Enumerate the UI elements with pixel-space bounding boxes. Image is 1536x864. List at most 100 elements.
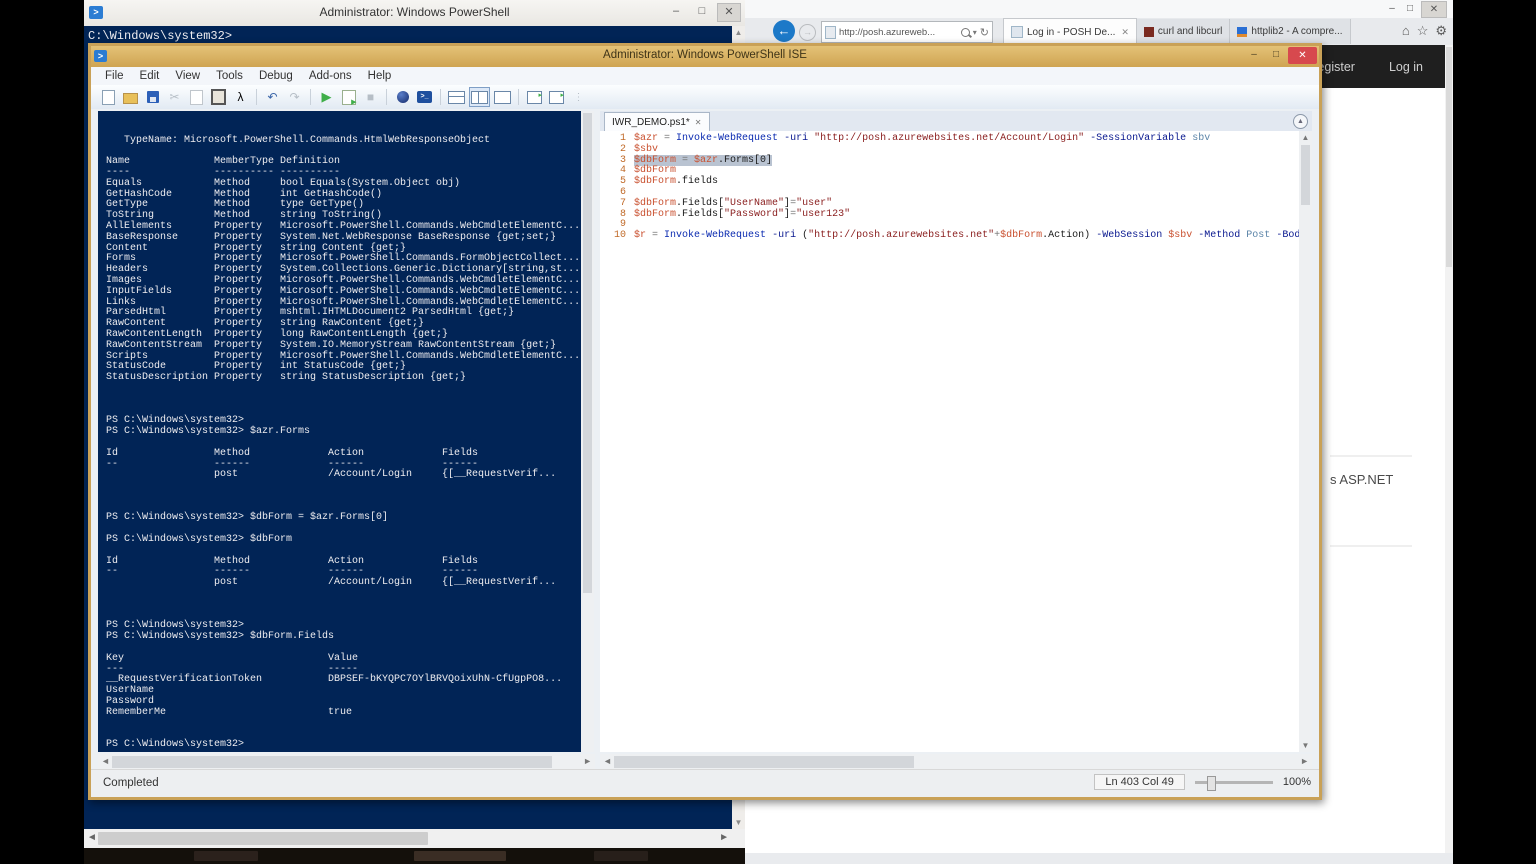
zoom-slider-thumb[interactable] bbox=[1207, 776, 1216, 791]
layout-script-max-button[interactable] bbox=[493, 88, 512, 106]
console-titlebar[interactable]: > Administrator: Windows PowerShell – □ … bbox=[84, 0, 745, 27]
menu-addons[interactable]: Add-ons bbox=[301, 70, 360, 82]
editor-code[interactable]: 1$azr = Invoke-WebRequest -uri "http://p… bbox=[600, 131, 1299, 752]
menu-edit[interactable]: Edit bbox=[132, 70, 168, 82]
scrollbar-thumb[interactable] bbox=[1301, 145, 1310, 205]
scroll-up-icon[interactable]: ▲ bbox=[732, 28, 745, 37]
browser-minimize-button[interactable]: – bbox=[1385, 1, 1399, 16]
ise-maximize-button[interactable]: □ bbox=[1266, 47, 1286, 62]
open-script-button[interactable] bbox=[121, 88, 140, 106]
code-line-10[interactable]: 10$r = Invoke-WebRequest -uri ("http://p… bbox=[600, 231, 1299, 242]
browser-maximize-button[interactable]: □ bbox=[1403, 1, 1417, 16]
search-icon[interactable] bbox=[961, 28, 970, 37]
run-selection-button[interactable] bbox=[339, 88, 358, 106]
menu-debug[interactable]: Debug bbox=[251, 70, 301, 82]
start-powershell-console-button[interactable]: >_ bbox=[415, 88, 434, 106]
code-line-3[interactable]: 3$dbForm = $azr.Forms[0] bbox=[600, 156, 1299, 167]
scroll-left-icon[interactable]: ◄ bbox=[101, 756, 110, 766]
scroll-left-icon[interactable]: ◄ bbox=[87, 832, 97, 843]
tab-httplib2[interactable]: httplib2 - A compre... bbox=[1230, 19, 1350, 44]
zoom-slider[interactable] bbox=[1195, 781, 1273, 784]
refresh-icon[interactable]: ↻ bbox=[980, 26, 989, 39]
console-pane-vscrollbar[interactable] bbox=[581, 111, 594, 752]
console-minimize-button[interactable]: – bbox=[665, 3, 687, 20]
ise-titlebar[interactable]: > Administrator: Windows PowerShell ISE … bbox=[91, 46, 1319, 67]
tab-close-icon[interactable]: ✕ bbox=[1121, 27, 1129, 38]
ise-close-button[interactable]: ✕ bbox=[1288, 47, 1317, 64]
console-pane-hscrollbar[interactable]: ◄ ► bbox=[98, 754, 595, 770]
ise-window: > Administrator: Windows PowerShell ISE … bbox=[88, 43, 1322, 800]
tab-label[interactable]: curl and libcurl bbox=[1158, 26, 1222, 37]
clipboard-icon bbox=[211, 89, 226, 105]
nav-link-login[interactable]: Log in bbox=[1389, 60, 1423, 74]
editor-hscrollbar[interactable]: ◄ ► bbox=[600, 754, 1312, 770]
tab-curl[interactable]: curl and libcurl bbox=[1137, 19, 1230, 44]
editor-tab-close-icon[interactable]: ✕ bbox=[695, 118, 702, 127]
code-line-8[interactable]: 8$dbForm.Fields["Password"]="user123" bbox=[600, 210, 1299, 221]
favorites-star-icon[interactable]: ☆ bbox=[1417, 23, 1429, 39]
layout-script-top-button[interactable] bbox=[447, 88, 466, 106]
menu-tools[interactable]: Tools bbox=[208, 70, 251, 82]
code-line-1[interactable]: 1$azr = Invoke-WebRequest -uri "http://p… bbox=[600, 134, 1299, 145]
scroll-right-icon[interactable]: ► bbox=[1300, 756, 1309, 766]
scroll-left-icon[interactable]: ◄ bbox=[603, 756, 612, 766]
tab-label[interactable]: Log in - POSH De... bbox=[1027, 27, 1115, 38]
menu-view[interactable]: View bbox=[167, 70, 208, 82]
new-script-button[interactable] bbox=[99, 88, 118, 106]
collapse-pane-icon[interactable]: ▲ bbox=[1293, 114, 1308, 129]
taskbar-blob bbox=[194, 851, 258, 861]
scrollbar-thumb[interactable] bbox=[614, 756, 914, 768]
run-script-button[interactable]: ▶ bbox=[317, 88, 336, 106]
browser-close-button[interactable]: ✕ bbox=[1421, 1, 1447, 18]
scroll-down-icon[interactable]: ▼ bbox=[732, 818, 745, 827]
scroll-down-icon[interactable]: ▼ bbox=[1299, 741, 1312, 750]
console-maximize-button[interactable]: □ bbox=[691, 3, 713, 20]
home-icon[interactable]: ⌂ bbox=[1402, 23, 1410, 39]
ise-console-output[interactable]: TypeName: Microsoft.PowerShell.Commands.… bbox=[98, 111, 581, 751]
tab-login-posh[interactable]: Log in - POSH De... ✕ bbox=[1003, 18, 1137, 45]
scrollbar-thumb[interactable] bbox=[98, 832, 428, 845]
site-favicon bbox=[825, 26, 836, 39]
tab-favicon bbox=[1011, 26, 1023, 38]
back-button[interactable]: ← bbox=[773, 20, 795, 42]
left-black-bar bbox=[0, 0, 84, 864]
forward-button[interactable]: → bbox=[799, 24, 816, 41]
scroll-right-icon[interactable]: ► bbox=[719, 832, 729, 843]
show-script-pane-button[interactable] bbox=[525, 88, 544, 106]
layout-script-right-button[interactable] bbox=[469, 87, 490, 107]
address-bar[interactable]: http://posh.azureweb... ▾ ↻ bbox=[821, 21, 993, 43]
new-remote-powershell-tab-button[interactable] bbox=[393, 88, 412, 106]
paste-button[interactable] bbox=[209, 88, 228, 106]
toolbar-overflow-button[interactable]: ⋮ bbox=[569, 88, 588, 106]
show-script-pane-right-button[interactable] bbox=[547, 88, 566, 106]
menu-help[interactable]: Help bbox=[360, 70, 400, 82]
console-horizontal-scrollbar[interactable]: ◄ ► bbox=[84, 829, 745, 848]
editor-tab-label[interactable]: IWR_DEMO.ps1* bbox=[612, 117, 690, 128]
script-lambda-button[interactable]: λ bbox=[231, 88, 250, 106]
scroll-up-icon[interactable]: ▲ bbox=[1299, 133, 1312, 142]
console-close-button[interactable]: ✕ bbox=[717, 3, 741, 22]
editor-tab[interactable]: IWR_DEMO.ps1* ✕ bbox=[604, 112, 710, 132]
scroll-right-icon[interactable]: ► bbox=[583, 756, 592, 766]
code-line-5[interactable]: 5$dbForm.fields bbox=[600, 177, 1299, 188]
taskbar-blob bbox=[414, 851, 506, 861]
screen: > Administrator: Windows PowerShell – □ … bbox=[0, 0, 1536, 864]
page-scrollbar[interactable] bbox=[1445, 45, 1453, 853]
browser-titlebar[interactable]: – □ ✕ bbox=[745, 0, 1453, 18]
console-prompt-line[interactable]: C:\Windows\system32> bbox=[88, 29, 232, 43]
ise-toolbar: ✂ λ ↶ ↷ ▶ ■ >_ ⋮ bbox=[91, 85, 1319, 110]
save-button[interactable] bbox=[143, 88, 162, 106]
scrollbar-thumb[interactable] bbox=[583, 113, 592, 593]
address-dropdown-icon[interactable]: ▾ bbox=[973, 28, 977, 37]
editor-tabbar: IWR_DEMO.ps1* ✕ ▲ bbox=[600, 111, 1312, 132]
ise-console-pane[interactable]: TypeName: Microsoft.PowerShell.Commands.… bbox=[98, 111, 581, 752]
scrollbar-thumb[interactable] bbox=[112, 756, 552, 768]
scrollbar-thumb[interactable] bbox=[1446, 47, 1452, 267]
menu-file[interactable]: File bbox=[97, 70, 132, 82]
settings-gear-icon[interactable]: ⚙ bbox=[1435, 23, 1447, 39]
ise-minimize-button[interactable]: – bbox=[1244, 47, 1264, 62]
undo-button[interactable]: ↶ bbox=[263, 88, 282, 106]
tab-label[interactable]: httplib2 - A compre... bbox=[1251, 26, 1342, 37]
address-text[interactable]: http://posh.azureweb... bbox=[839, 27, 958, 38]
editor-vscrollbar[interactable]: ▲ ▼ bbox=[1299, 131, 1312, 752]
